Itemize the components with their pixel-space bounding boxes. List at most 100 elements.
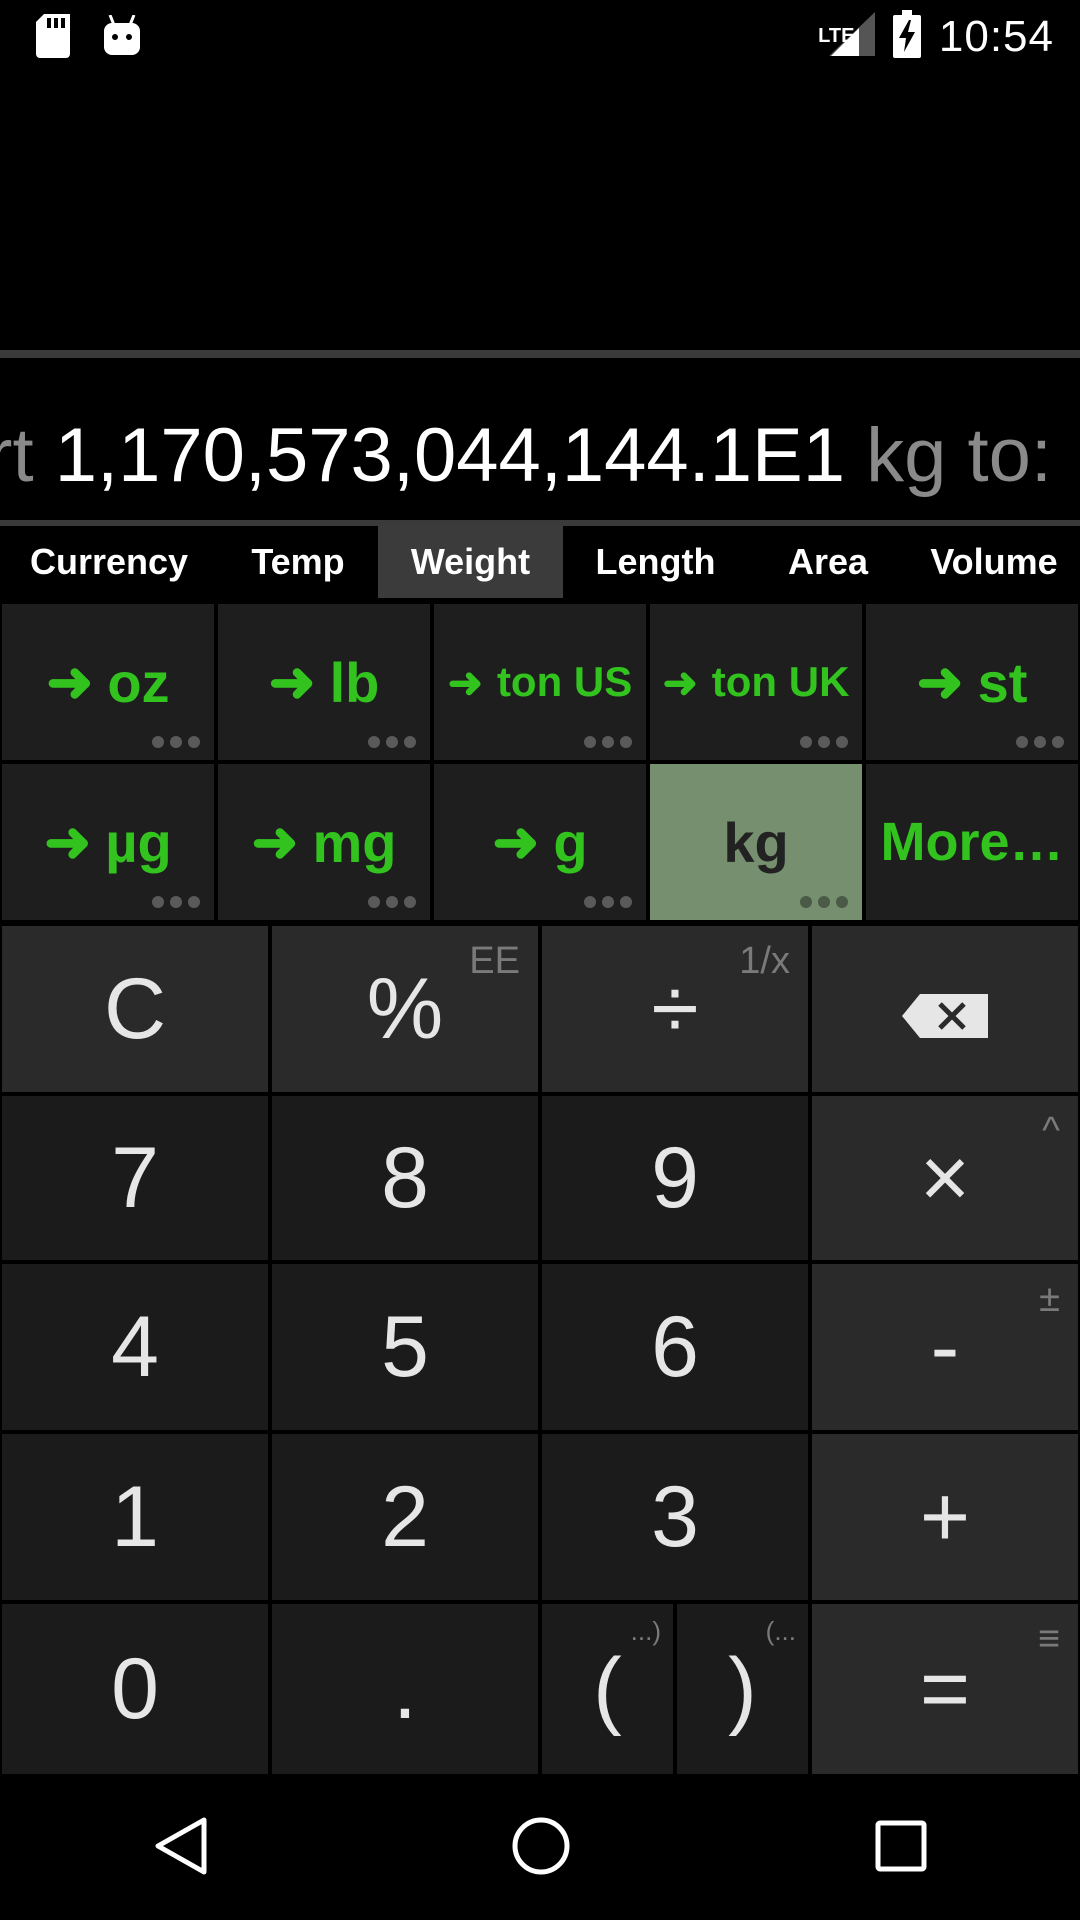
key-label: 9 [651,1129,699,1226]
arrow-right-icon: ➜ [447,658,483,706]
unit-grid: ➜ oz ➜ lb ➜ ton US ➜ ton UK ➜ st ➜ µg ➜ mg ➜ g k… [0,604,1080,924]
tab-length[interactable]: Length [563,526,748,598]
arrow-right-icon: ➜ [251,810,299,873]
tab-currency[interactable]: Currency [0,526,218,598]
digit-7-button[interactable]: 7 [2,1096,268,1260]
convert-suffix: kg to: [845,413,1052,498]
key-alt-label: ...) [630,1616,661,1646]
key-label: 2 [381,1468,429,1565]
digit-5-button[interactable]: 5 [272,1264,538,1430]
arrow-right-icon: ➜ [46,650,94,713]
navigation-bar [0,1776,1080,1920]
more-options-icon [152,736,200,748]
unit-mg-button[interactable]: ➜ mg [218,764,430,920]
key-label: 4 [111,1298,159,1395]
digit-6-button[interactable]: 6 [542,1264,808,1430]
key-label: 8 [381,1129,429,1226]
plus-button[interactable]: + [812,1434,1078,1600]
more-options-icon [584,896,632,908]
display-divider [0,350,1080,358]
key-label: 6 [651,1298,699,1395]
more-units-button[interactable]: More… [866,764,1078,920]
unit-label: More… [880,812,1064,872]
key-label: ÷ [651,960,699,1057]
unit-oz-button[interactable]: ➜ oz [2,604,214,760]
key-label: % [366,960,444,1057]
unit-label: ton UK [711,658,850,705]
unit-label: ton US [496,658,633,705]
unit-g-button[interactable]: ➜ g [434,764,646,920]
clock: 10:54 [938,11,1054,61]
key-label: = [919,1640,971,1737]
backspace-button[interactable] [812,926,1078,1092]
conversion-expression[interactable]: ert 1,170,573,044,144.1E1 kg to: [0,368,1080,518]
clear-button[interactable]: C [2,926,268,1092]
unit-kg-button[interactable]: kg [650,764,862,920]
key-label: + [919,1468,971,1565]
key-alt-label: ≡ [1037,1618,1060,1660]
key-label: 3 [651,1468,699,1565]
minus-button[interactable]: - ± [812,1264,1078,1430]
digit-4-button[interactable]: 4 [2,1264,268,1430]
key-label: . [393,1640,417,1737]
digit-8-button[interactable]: 8 [272,1096,538,1260]
key-label: - [930,1298,960,1395]
unit-ug-button[interactable]: ➜ µg [2,764,214,920]
unit-ton-us-button[interactable]: ➜ ton US [434,604,646,760]
back-icon[interactable] [152,1816,208,1881]
lte-signal-icon: LTE [808,11,875,62]
tab-weight[interactable]: Weight [378,526,563,598]
digit-1-button[interactable]: 1 [2,1434,268,1600]
unit-label: mg [312,810,397,874]
arrow-right-icon: ➜ [916,650,964,713]
key-label: × [919,1129,971,1226]
key-label: C [103,960,167,1057]
key-label: 1 [111,1468,159,1565]
home-icon[interactable] [511,1816,571,1881]
status-bar: LTE 10:54 [0,0,1080,72]
category-tabs: Currency Temp Weight Length Area Volume [0,526,1080,598]
unit-label: g [553,810,588,874]
key-label: 5 [381,1298,429,1395]
arrow-right-icon: ➜ [492,810,540,873]
unit-ton-uk-button[interactable]: ➜ ton UK [650,604,862,760]
open-paren-button[interactable]: ( ...) [542,1604,673,1774]
close-paren-button[interactable]: ) (... [677,1604,808,1774]
arrow-right-icon: ➜ [662,658,698,706]
digit-2-button[interactable]: 2 [272,1434,538,1600]
tab-area[interactable]: Area [748,526,908,598]
unit-lb-button[interactable]: ➜ lb [218,604,430,760]
digit-0-button[interactable]: 0 [2,1604,268,1774]
more-options-icon [800,896,848,908]
digit-3-button[interactable]: 3 [542,1434,808,1600]
convert-value: 1,170,573,044,144.1E1 [54,413,845,498]
key-label: ( [593,1640,622,1737]
arrow-right-icon: ➜ [44,810,92,873]
battery-charging-icon [892,10,921,63]
calculation-display[interactable] [0,72,1080,352]
sd-card-icon [36,14,70,63]
percent-button[interactable]: % EE [272,926,538,1092]
divide-button[interactable]: ÷ 1/x [542,926,808,1092]
multiply-button[interactable]: × ^ [812,1096,1078,1260]
more-options-icon [152,896,200,908]
digit-9-button[interactable]: 9 [542,1096,808,1260]
key-alt-label: EE [469,940,520,982]
unit-label: µg [105,810,172,874]
key-label: 0 [111,1640,159,1737]
tab-volume[interactable]: Volume [908,526,1080,598]
unit-label: oz [107,650,170,714]
unit-st-button[interactable]: ➜ st [866,604,1078,760]
equals-button[interactable]: = ≡ [812,1604,1078,1774]
tab-temp[interactable]: Temp [218,526,378,598]
key-alt-label: ± [1039,1278,1060,1320]
convert-prefix: ert [0,413,34,498]
keypad: C % EE ÷ 1/x 7 8 9 × ^ 4 5 6 - ± 1 2 3 +… [0,924,1080,1776]
more-options-icon [368,896,416,908]
recents-icon[interactable] [874,1819,928,1878]
key-alt-label: ^ [1042,1110,1060,1152]
decimal-point-button[interactable]: . [272,1604,538,1774]
arrow-right-icon: ➜ [268,650,316,713]
unit-label: st [977,650,1028,714]
key-alt-label: (... [765,1616,796,1646]
